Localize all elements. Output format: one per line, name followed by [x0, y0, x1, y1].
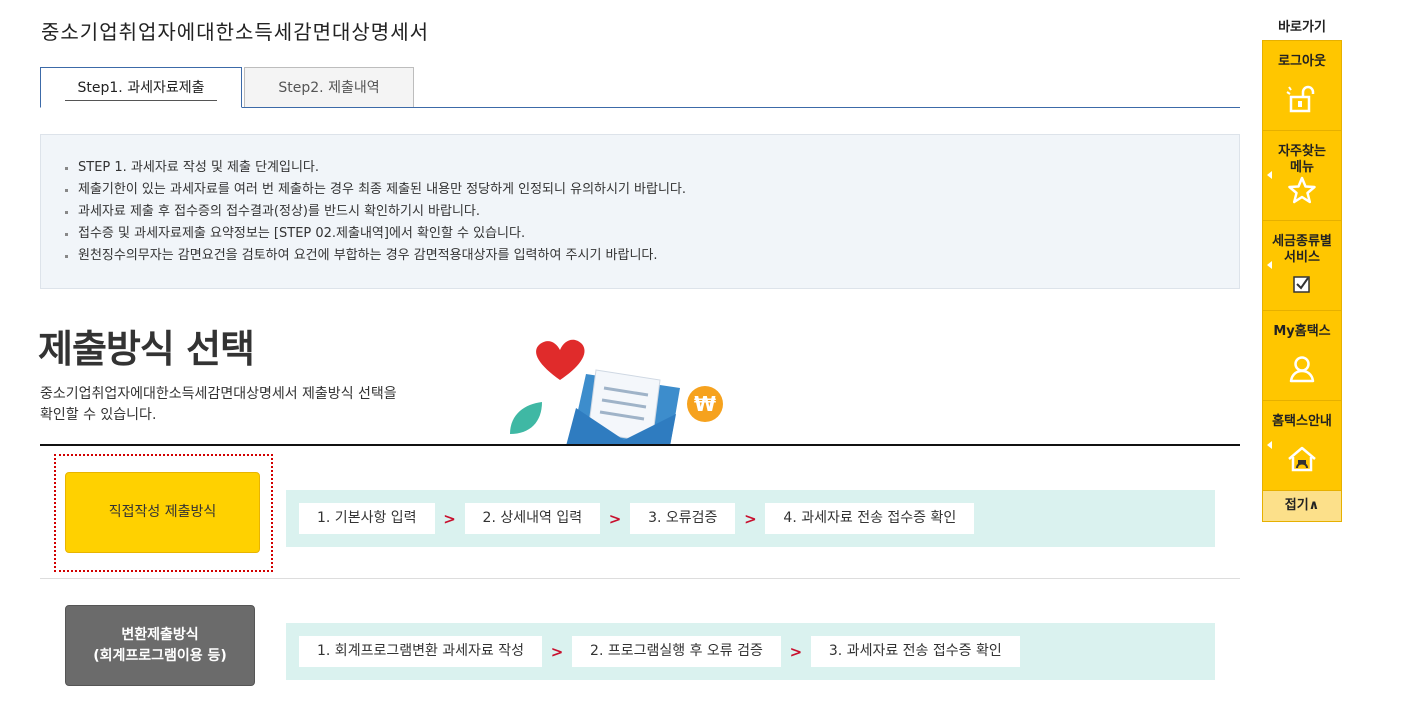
step-arrow-icon: >	[550, 642, 564, 661]
quick-favorite-label-line1: 자주찾는	[1278, 144, 1326, 159]
person-icon	[1287, 354, 1317, 388]
section-desc-line2: 확인할 수 있습니다.	[40, 407, 157, 423]
quick-logout[interactable]: 로그아웃	[1263, 41, 1341, 131]
step-arrow-icon: >	[443, 509, 456, 528]
notice-box: STEP 1. 과세자료 작성 및 제출 단계입니다. 제출기한이 있는 과세자…	[40, 134, 1240, 289]
won-symbol: ₩	[694, 392, 716, 416]
direct-submit-button[interactable]: 직접작성 제출방식	[65, 472, 260, 553]
leaf-shape	[510, 402, 542, 434]
star-icon	[1288, 176, 1316, 208]
tab-step1-label: Step1. 과세자료제출	[77, 80, 205, 96]
convert-button-label-line2: (회계프로그램이용 등)	[93, 647, 227, 664]
quick-menu: 바로가기 로그아웃 자주찾는 메뉴 세금종류별 서비스 My홈택스 홈택스안내 …	[1262, 14, 1342, 522]
quick-menu-title: 바로가기	[1278, 20, 1326, 35]
quick-tax-service-label-line2: 서비스	[1284, 250, 1320, 265]
convert-submit-button[interactable]: 변환제출방식 (회계프로그램이용 등)	[65, 605, 255, 686]
home-icon	[1285, 444, 1319, 478]
quick-my-hometax-label: My홈택스	[1273, 324, 1331, 339]
convert-button-label-line1: 변환제출방식	[121, 626, 199, 643]
section-title: 제출방식 선택	[38, 327, 255, 371]
method-divider	[40, 578, 1240, 579]
checkbox-icon	[1292, 274, 1312, 298]
notice-item: 과세자료 제출 후 접수증의 접수결과(정상)를 반드시 확인하기시 바랍니다.	[65, 201, 1239, 223]
tab-step2-label: Step2. 제출내역	[278, 80, 380, 96]
quick-tax-service-label-line1: 세금종류별	[1272, 234, 1332, 249]
heart-shape	[536, 339, 585, 380]
quick-favorite-label: 자주찾는 메뉴	[1263, 131, 1341, 176]
convert-step-2: 2. 프로그램실행 후 오류 검증	[572, 636, 781, 667]
notice-list: STEP 1. 과세자료 작성 및 제출 단계입니다. 제출기한이 있는 과세자…	[65, 157, 1239, 267]
quick-favorite-label-line2: 메뉴	[1290, 160, 1314, 175]
tab-step2[interactable]: Step2. 제출내역	[244, 67, 414, 107]
quick-menu-body: 로그아웃 자주찾는 메뉴 세금종류별 서비스 My홈택스 홈택스안내 접기∧	[1262, 40, 1342, 522]
tab-step1[interactable]: Step1. 과세자료제출	[40, 67, 242, 108]
quick-hometax-guide[interactable]: 홈택스안내	[1263, 401, 1341, 491]
expand-left-icon	[1267, 261, 1272, 269]
step-arrow-icon: >	[744, 509, 757, 528]
notice-item: STEP 1. 과세자료 작성 및 제출 단계입니다.	[65, 157, 1239, 179]
section-desc-line1: 중소기업취업자에대한소득세감면대상명세서 제출방식 선택을	[40, 386, 397, 402]
step-arrow-icon: >	[608, 509, 622, 528]
notice-item: 원천징수의무자는 감면요건을 검토하여 요건에 부합하는 경우 감면적용대상자를…	[65, 245, 1239, 267]
direct-step-2: 2. 상세내역 입력	[464, 503, 601, 534]
convert-steps-flow: 1. 회계프로그램변환 과세자료 작성 > 2. 프로그램실행 후 오류 검증 …	[286, 623, 1215, 680]
expand-left-icon	[1267, 171, 1272, 179]
step-arrow-icon: >	[789, 642, 803, 661]
unlock-icon	[1285, 84, 1319, 118]
quick-favorite-menu[interactable]: 자주찾는 메뉴	[1263, 131, 1341, 221]
step-tabs: Step1. 과세자료제출 Step2. 제출내역	[40, 67, 1240, 108]
section-divider	[40, 444, 1240, 446]
direct-step-3: 3. 오류검증	[630, 503, 736, 534]
quick-logout-label: 로그아웃	[1278, 54, 1326, 69]
page-title: 중소기업취업자에대한소득세감면대상명세서	[41, 20, 429, 44]
direct-step-1: 1. 기본사항 입력	[299, 503, 435, 534]
direct-steps-flow: 1. 기본사항 입력 > 2. 상세내역 입력 > 3. 오류검증 > 4. 과…	[286, 490, 1215, 547]
quick-menu-collapse-button[interactable]: 접기∧	[1263, 491, 1341, 521]
envelope-illustration: ₩	[510, 339, 723, 446]
notice-item: 접수증 및 과세자료제출 요약정보는 [STEP 02.제출내역]에서 확인할 …	[65, 223, 1239, 245]
section-description: 중소기업취업자에대한소득세감면대상명세서 제출방식 선택을 확인할 수 있습니다…	[40, 384, 470, 426]
notice-item: 제출기한이 있는 과세자료를 여러 번 제출하는 경우 최종 제출된 내용만 정…	[65, 179, 1239, 201]
quick-hometax-guide-label: 홈택스안내	[1272, 414, 1332, 429]
convert-step-3: 3. 과세자료 전송 접수증 확인	[810, 636, 1020, 667]
expand-left-icon	[1267, 441, 1272, 449]
convert-step-1: 1. 회계프로그램변환 과세자료 작성	[299, 636, 543, 667]
tab-step1-underline	[65, 100, 217, 101]
direct-step-4: 4. 과세자료 전송 접수증 확인	[765, 503, 975, 534]
quick-tax-service-label: 세금종류별 서비스	[1263, 221, 1341, 266]
quick-my-hometax[interactable]: My홈택스	[1263, 311, 1341, 401]
quick-tax-service[interactable]: 세금종류별 서비스	[1263, 221, 1341, 311]
